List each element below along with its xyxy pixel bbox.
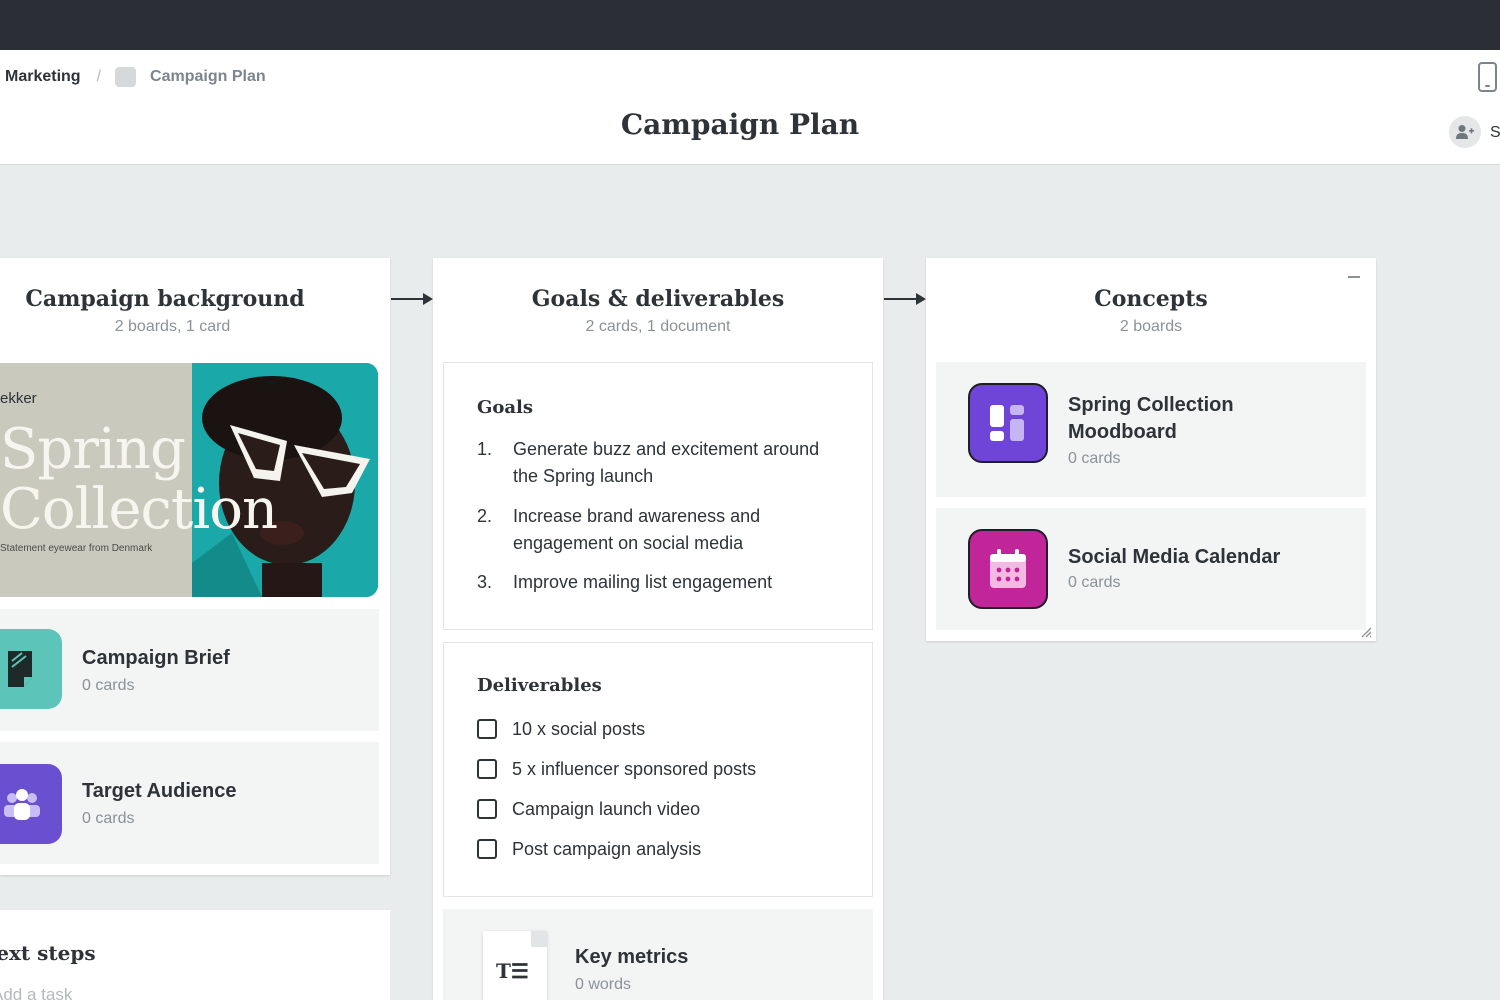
board-card-social-calendar[interactable]: Social Media Calendar 0 cards (936, 508, 1366, 630)
board-title: Target Audience (82, 780, 237, 802)
board-subtitle: 0 cards (1068, 450, 1121, 467)
people-icon (0, 764, 62, 844)
note-icon (0, 629, 62, 709)
board-title: Social Media Calendar (1068, 546, 1281, 568)
board-subtitle: 0 cards (82, 677, 135, 694)
breadcrumb-marketing[interactable]: Marketing (5, 68, 81, 86)
moodboard-icon (968, 383, 1048, 463)
column-title[interactable]: Goals & deliverables (433, 286, 883, 312)
column-goals-deliverables: Goals & deliverables 2 cards, 1 document… (433, 258, 883, 1000)
goal-number: 1. (477, 439, 493, 459)
page-title[interactable]: Campaign Plan (0, 108, 1480, 141)
goal-text: Improve mailing list engagement (513, 572, 773, 592)
task-label: Post campaign analysis (512, 839, 702, 859)
board-card-campaign-brief[interactable]: Campaign Brief 0 cards (0, 609, 379, 731)
task-checkbox[interactable] (477, 839, 497, 859)
share-label[interactable]: S (1490, 124, 1500, 142)
connector-arrow (391, 293, 433, 305)
column-subtitle: 2 boards (1119, 318, 1183, 335)
goals-card[interactable]: Goals 1. Generate buzz and excitement ar… (443, 362, 873, 630)
board-subtitle: 0 cards (82, 810, 135, 827)
goal-item: 2. Increase brand awareness and engageme… (477, 503, 837, 557)
board-subtitle: 0 cards (1068, 574, 1121, 591)
goal-number: 2. (477, 506, 493, 526)
task-checkbox[interactable] (477, 799, 497, 819)
goal-number: 3. (477, 572, 493, 592)
calendar-icon (968, 529, 1048, 609)
task-checkbox[interactable] (477, 759, 497, 779)
task-label: Campaign launch video (512, 799, 701, 819)
task-checkbox[interactable] (477, 719, 497, 739)
document-subtitle: 0 words (575, 976, 632, 993)
board-title: Campaign Brief (82, 647, 230, 669)
task-label: 10 x social posts (512, 719, 646, 739)
breadcrumb-separator: / (96, 68, 102, 85)
column-title[interactable]: Concepts (926, 286, 1376, 312)
column-subtitle: 2 boards, 1 card (114, 318, 231, 335)
goal-text: Generate buzz and excitement around the … (513, 439, 820, 486)
app-topbar (0, 0, 1500, 50)
document-title: Key metrics (575, 946, 689, 968)
share-button[interactable] (1449, 116, 1481, 148)
page-header: Marketing / Campaign Plan Campaign Plan (0, 50, 1500, 165)
add-user-icon (1456, 125, 1474, 139)
column-title[interactable]: Campaign background (0, 286, 390, 312)
next-steps-title[interactable]: Next steps (0, 941, 96, 965)
column-concepts: Concepts 2 boards Spring Collection Moodb… (926, 258, 1376, 641)
column-subtitle: 2 cards, 1 document (585, 318, 731, 335)
image-tagline: Statement eyewear from Denmark (0, 543, 153, 554)
goal-item: 1. Generate buzz and excitement around t… (477, 436, 837, 490)
image-brand-text: ekker (0, 390, 37, 407)
goals-title: Goals (477, 397, 534, 418)
add-task-input[interactable]: Add a task (0, 985, 72, 1000)
deliverables-card[interactable]: Deliverables 10 x social posts 5 x influ… (443, 642, 873, 897)
board-card-target-audience[interactable]: Target Audience 0 cards (0, 742, 379, 864)
collapse-button[interactable] (1348, 276, 1360, 278)
deliverables-title: Deliverables (477, 675, 602, 696)
connector-arrow (884, 293, 926, 305)
task-label: 5 x influencer sponsored posts (512, 759, 757, 779)
goal-text: Increase brand awareness and engagement … (513, 506, 761, 553)
document-card-key-metrics[interactable]: T☰ Key metrics 0 words (443, 909, 873, 1000)
document-icon: T☰ (483, 931, 547, 1000)
board-card-spring-moodboard[interactable]: Spring Collection Moodboard 0 cards (936, 362, 1366, 497)
mobile-device-icon[interactable] (1478, 62, 1497, 92)
board-icon (115, 67, 137, 87)
resize-handle-icon[interactable] (1360, 626, 1372, 638)
board-title: Spring Collection Moodboard (1068, 394, 1234, 443)
image-headline: Spring Collection (0, 417, 278, 542)
next-steps-card: Next steps Add a task (0, 910, 390, 1000)
breadcrumb-current[interactable]: Campaign Plan (150, 68, 266, 86)
breadcrumb: Marketing / Campaign Plan (5, 66, 266, 88)
goal-item: 3. Improve mailing list engagement (477, 569, 837, 596)
